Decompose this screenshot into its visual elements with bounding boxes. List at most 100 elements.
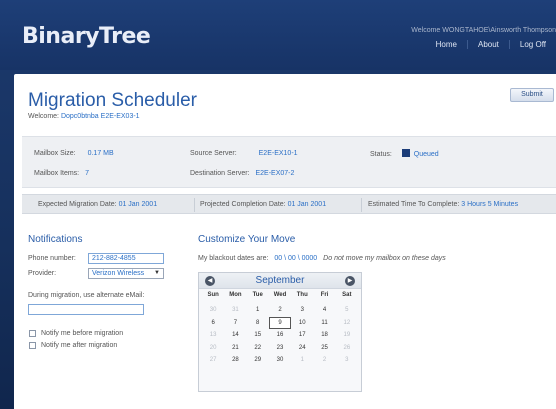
blackout-note: Do not move my mailbox on these days (323, 255, 446, 262)
weekday-label: Sat (342, 292, 352, 298)
mailbox-items-label: Mailbox Items: (34, 170, 80, 177)
calendar-day[interactable]: 31 (224, 304, 246, 317)
calendar-day[interactable]: 14 (224, 329, 246, 342)
calendar-day[interactable]: 6 (202, 317, 224, 330)
calendar-day[interactable]: 1 (291, 354, 313, 367)
calendar-day[interactable]: 15 (247, 329, 269, 342)
calendar-day[interactable]: 2 (313, 354, 335, 367)
alt-email-label: During migration, use alternate eMail: (28, 292, 145, 299)
estimated-time-row: Estimated Time To Complete: 3 Hours 5 Mi… (368, 201, 518, 208)
calendar-day[interactable]: 28 (224, 354, 246, 367)
calendar-day[interactable]: 3 (336, 354, 358, 367)
projected-date-label: Projected Completion Date: (200, 201, 286, 208)
dest-server-value: E2E-EX07-2 (255, 170, 295, 177)
calendar-day[interactable]: 18 (313, 329, 335, 342)
calendar-day[interactable]: 27 (202, 354, 224, 367)
top-bar: BinaryTree Welcome WONGTAHOE\Ainsworth T… (0, 0, 556, 70)
blackout-row: My blackout dates are: 00 \ 00 \ 0000 Do… (198, 255, 446, 262)
estimated-time-label: Estimated Time To Complete: (368, 201, 460, 208)
calendar-header: September ◀ ▶ (199, 273, 361, 289)
nav-about-link[interactable]: About (467, 40, 509, 49)
mailbox-size-label: Mailbox Size: (34, 150, 76, 157)
main-panel: Migration Scheduler Welcome: Dopc0btnba … (14, 74, 556, 409)
calendar-day[interactable]: 19 (336, 329, 358, 342)
blackout-value[interactable]: 00 \ 00 \ 0000 (274, 255, 317, 262)
mailbox-size-row: Mailbox Size: 0.17 MB (34, 150, 114, 157)
header-welcome: Welcome WONGTAHOE\Ainsworth Thompson (411, 27, 556, 34)
notify-after-checkbox[interactable] (29, 342, 36, 349)
projected-date-row: Projected Completion Date: 01 Jan 2001 (200, 201, 326, 208)
provider-label: Provider: (28, 270, 57, 277)
customize-heading: Customize Your Move (198, 234, 296, 245)
calendar-week: 27 28 29 30 1 2 3 (202, 354, 358, 367)
calendar-day[interactable]: 1 (247, 304, 269, 317)
calendar-day[interactable]: 11 (313, 317, 335, 330)
blackout-calendar: September ◀ ▶ Sun Mon Tue Wed Thu Fri Sat 30 31… (198, 272, 362, 392)
projected-date-value: 01 Jan 2001 (287, 201, 327, 208)
calendar-day[interactable]: 3 (291, 304, 313, 317)
mailbox-items-value: 7 (85, 170, 89, 177)
mailbox-items-row: Mailbox Items: 7 (34, 170, 89, 177)
submit-button[interactable]: Submit (510, 88, 554, 102)
expected-date-value: 01 Jan 2001 (118, 201, 158, 208)
calendar-day[interactable]: 10 (291, 317, 313, 330)
calendar-day[interactable]: 2 (269, 304, 291, 317)
phone-input[interactable]: 212-882-4855 (88, 253, 164, 264)
nav-logoff-link[interactable]: Log Off (508, 40, 556, 49)
calendar-day[interactable]: 4 (313, 304, 335, 317)
status-label: Status: (370, 151, 392, 158)
calendar-week: 6 7 8 9 10 11 12 (202, 316, 358, 330)
source-server-label: Source Server: (190, 150, 237, 157)
status-value: Queued (413, 151, 439, 158)
source-server-value: E2E-EX10-1 (258, 150, 298, 157)
expected-date-label: Expected Migration Date: (38, 201, 117, 208)
calendar-weekdays: Sun Mon Tue Wed Thu Fri Sat (199, 292, 361, 298)
calendar-day[interactable]: 5 (336, 304, 358, 317)
dates-bar: Expected Migration Date: 01 Jan 2001 Pro… (22, 194, 556, 214)
welcome-line: Welcome: Dopc0btnba E2E-EX03-1 (28, 113, 140, 120)
calendar-day[interactable]: 23 (269, 342, 291, 355)
weekday-label: Tue (252, 292, 263, 298)
calendar-day[interactable]: 21 (224, 342, 246, 355)
calendar-day[interactable]: 13 (202, 329, 224, 342)
calendar-day[interactable]: 22 (247, 342, 269, 355)
status-row: Status: Queued (370, 149, 439, 158)
nav-home-link[interactable]: Home (426, 40, 467, 49)
calendar-day[interactable]: 9 (268, 316, 292, 329)
calendar-month: September (255, 275, 305, 286)
calendar-day[interactable]: 24 (291, 342, 313, 355)
calendar-week: 20 21 22 23 24 25 26 (202, 342, 358, 355)
calendar-day[interactable]: 30 (202, 304, 224, 317)
dest-server-row: Destination Server: E2E-EX07-2 (190, 170, 294, 177)
weekday-label: Sun (207, 292, 219, 298)
welcome-label: Welcome: (28, 113, 59, 120)
calendar-day[interactable]: 30 (269, 354, 291, 367)
calendar-day[interactable]: 29 (247, 354, 269, 367)
source-server-row: Source Server: E2E-EX10-1 (190, 150, 298, 157)
status-square-icon (401, 149, 410, 157)
notify-before-checkbox[interactable] (29, 330, 36, 337)
chevron-right-icon[interactable]: ▶ (345, 276, 355, 286)
chevron-left-icon[interactable]: ◀ (205, 276, 215, 286)
calendar-day[interactable]: 8 (247, 317, 269, 330)
page-title: Migration Scheduler (28, 90, 197, 111)
calendar-day[interactable]: 20 (202, 342, 224, 355)
calendar-day[interactable]: 26 (336, 342, 358, 355)
binarytree-logo: BinaryTree (22, 24, 151, 49)
mailbox-size-value: 0.17 MB (87, 150, 114, 157)
weekday-label: Thu (296, 292, 308, 298)
chevron-down-icon: ▼ (154, 270, 160, 276)
calendar-day[interactable]: 17 (291, 329, 313, 342)
dates-divider-1 (194, 198, 195, 212)
dates-divider-2 (361, 198, 362, 212)
alt-email-input[interactable] (28, 304, 144, 315)
provider-select[interactable]: Verizon Wireless ▼ (88, 268, 164, 279)
calendar-day[interactable]: 25 (313, 342, 335, 355)
calendar-day[interactable]: 12 (336, 317, 358, 330)
top-nav: Home About Log Off (426, 40, 556, 49)
calendar-week: 30 31 1 2 3 4 5 (202, 304, 358, 317)
calendar-day[interactable]: 7 (224, 317, 246, 330)
provider-selected: Verizon Wireless (92, 270, 145, 277)
notify-after-label: Notify me after migration (41, 342, 118, 349)
calendar-day[interactable]: 16 (269, 329, 291, 342)
